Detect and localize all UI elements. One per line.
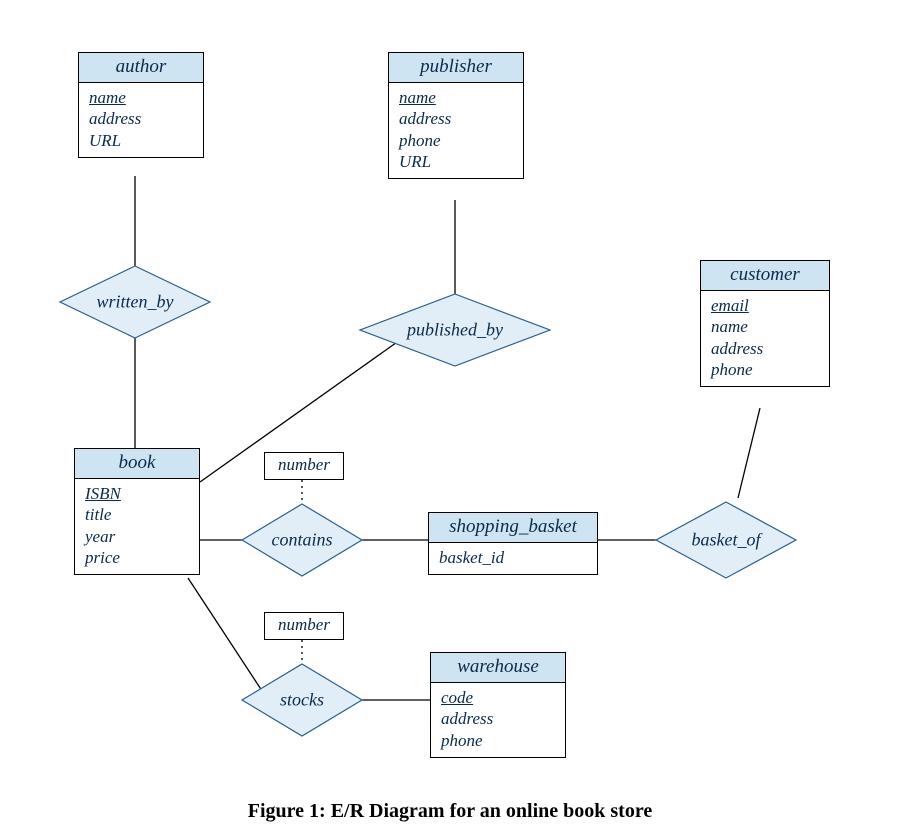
attr-customer-email: email <box>711 295 819 316</box>
relattr-stocks-number: number <box>264 612 344 640</box>
attr-book-year: year <box>85 526 189 547</box>
entity-publisher: publisher name address phone URL <box>388 52 524 179</box>
entity-warehouse-title: warehouse <box>431 653 565 683</box>
entity-author-body: name address URL <box>79 83 203 157</box>
entity-author-title: author <box>79 53 203 83</box>
rel-written-by-shape <box>60 266 210 338</box>
entity-customer: customer email name address phone <box>700 260 830 387</box>
entity-shopping-basket-body: basket_id <box>429 543 597 574</box>
entity-book: book ISBN title year price <box>74 448 200 575</box>
er-diagram: author name address URL publisher name a… <box>0 0 900 838</box>
rel-basket-of-label: basket_of <box>692 530 761 551</box>
attr-publisher-name: name <box>399 87 513 108</box>
rel-published-by-label: published_by <box>407 320 503 341</box>
entity-book-title: book <box>75 449 199 479</box>
rel-basket-of-shape <box>656 502 796 578</box>
entity-customer-body: email name address phone <box>701 291 829 386</box>
attr-author-url: URL <box>89 130 193 151</box>
rel-written-by-label: written_by <box>97 292 174 313</box>
attr-publisher-address: address <box>399 108 513 129</box>
attr-warehouse-phone: phone <box>441 730 555 751</box>
attr-customer-name: name <box>711 316 819 337</box>
rel-stocks-label: stocks <box>280 690 324 711</box>
attr-book-title: title <box>85 504 189 525</box>
rel-published-by-shape <box>360 294 550 366</box>
entity-warehouse: warehouse code address phone <box>430 652 566 758</box>
relattr-contains-number: number <box>264 452 344 480</box>
entity-publisher-title: publisher <box>389 53 523 83</box>
attr-publisher-phone: phone <box>399 130 513 151</box>
attr-book-price: price <box>85 547 189 568</box>
entity-author: author name address URL <box>78 52 204 158</box>
attr-author-address: address <box>89 108 193 129</box>
entity-customer-title: customer <box>701 261 829 291</box>
attr-customer-phone: phone <box>711 359 819 380</box>
entity-shopping-basket-title: shopping_basket <box>429 513 597 543</box>
attr-customer-address: address <box>711 338 819 359</box>
attr-author-name: name <box>89 87 193 108</box>
rel-contains-label: contains <box>272 530 333 551</box>
attr-shopping-basket-id: basket_id <box>439 547 587 568</box>
entity-warehouse-body: code address phone <box>431 683 565 757</box>
entity-publisher-body: name address phone URL <box>389 83 523 178</box>
attr-warehouse-code: code <box>441 687 555 708</box>
entity-book-body: ISBN title year price <box>75 479 199 574</box>
attr-book-isbn: ISBN <box>85 483 189 504</box>
entity-shopping-basket: shopping_basket basket_id <box>428 512 598 575</box>
figure-caption: Figure 1: E/R Diagram for an online book… <box>0 800 900 823</box>
rel-contains-shape <box>242 504 362 576</box>
attr-warehouse-address: address <box>441 708 555 729</box>
attr-publisher-url: URL <box>399 151 513 172</box>
rel-stocks-shape <box>242 664 362 736</box>
